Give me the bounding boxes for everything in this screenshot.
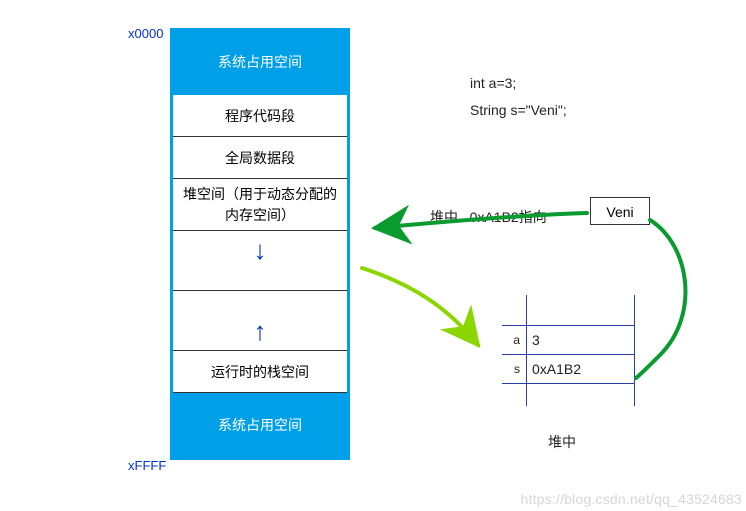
stack-var-s: s	[502, 362, 526, 376]
addr-bottom-label: xFFFF	[128, 458, 166, 473]
code-line-2: String s="Veni";	[470, 97, 567, 124]
addr-top-label: x0000	[128, 26, 163, 41]
segment-stack-growth: ↑	[173, 291, 347, 351]
segment-global: 全局数据段	[173, 137, 347, 179]
segment-system-top: 系统占用空间	[173, 31, 347, 95]
heap-grow-down-icon: ↓	[254, 237, 267, 263]
stack-line	[502, 383, 634, 384]
watermark: https://blog.csdn.net/qq_43524683	[521, 491, 742, 507]
code-line-1: int a=3;	[470, 70, 567, 97]
heap-caption-pointer: 0xA1B2指向	[470, 209, 547, 225]
segment-code: 程序代码段	[173, 95, 347, 137]
annotation-arrows	[0, 0, 746, 511]
stack-grow-up-icon: ↑	[254, 318, 267, 344]
segment-heap: 堆空间（用于动态分配的内存空间）	[173, 179, 347, 231]
heap-caption-prefix: 堆中	[430, 209, 458, 225]
stack-val-s: 0xA1B2	[526, 361, 634, 377]
segment-system-bottom: 系统占用空间	[173, 393, 347, 457]
segment-heap-growth: ↓	[173, 231, 347, 291]
stack-val-a: 3	[526, 332, 634, 348]
segment-stack: 运行时的栈空间	[173, 351, 347, 393]
stack-right-bar	[634, 295, 635, 406]
stack-caption: 堆中	[548, 432, 576, 452]
memory-layout-diagram: 系统占用空间 程序代码段 全局数据段 堆空间（用于动态分配的内存空间） ↓ ↑ …	[170, 28, 350, 460]
heap-pointer-caption: 堆中 0xA1B2指向	[430, 207, 547, 227]
heap-value-box: Veni	[590, 197, 650, 225]
code-snippet: int a=3; String s="Veni";	[470, 70, 567, 123]
stack-row-s: s 0xA1B2	[502, 355, 634, 383]
stack-row-a: a 3	[502, 326, 634, 354]
stack-var-a: a	[502, 333, 526, 347]
stack-table: a 3 s 0xA1B2	[502, 325, 634, 384]
stack-left-bar	[526, 295, 527, 406]
